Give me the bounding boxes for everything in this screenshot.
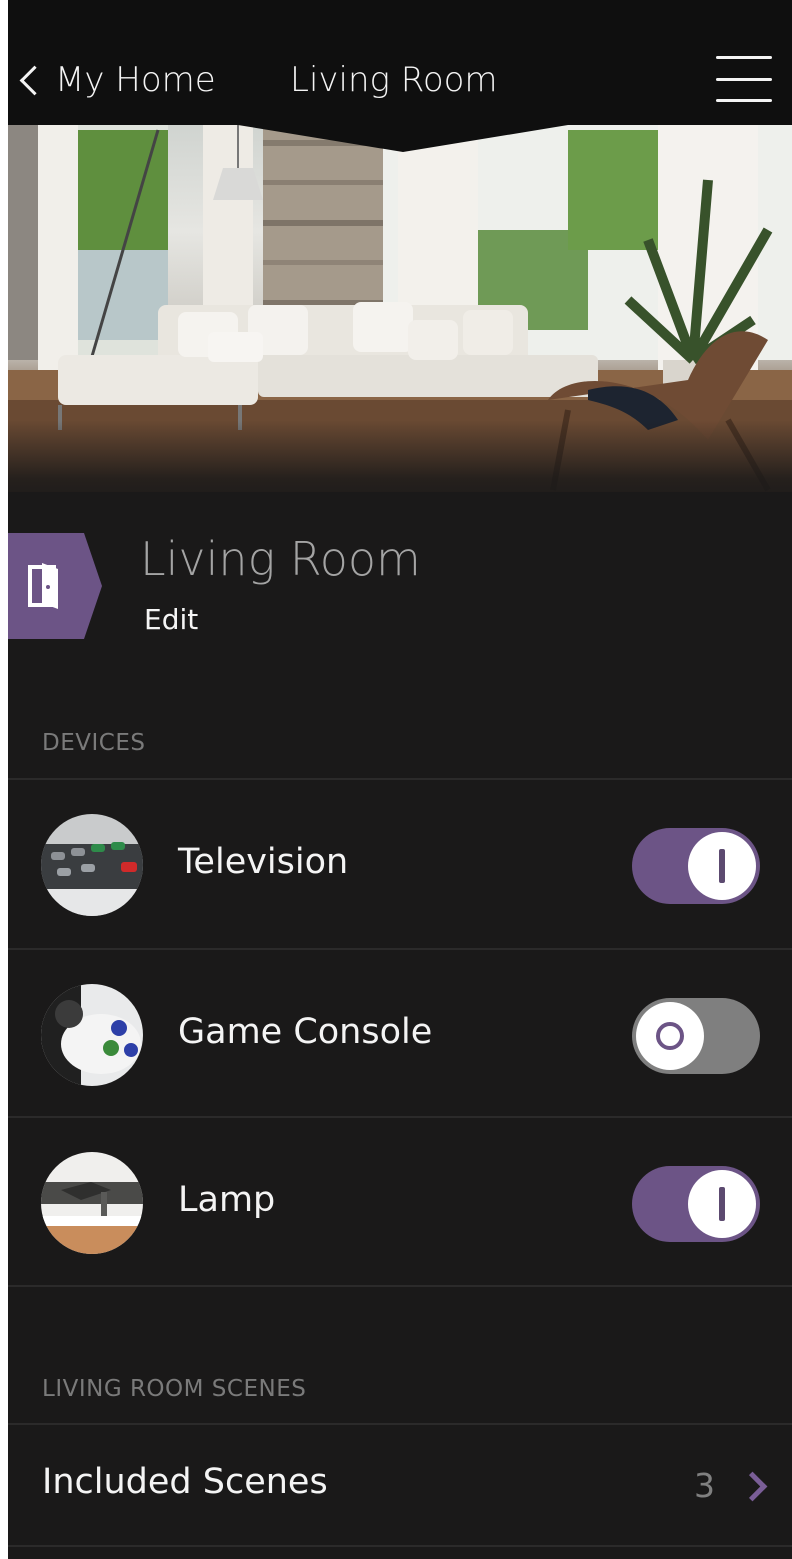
menu-line <box>716 77 772 81</box>
menu-line <box>716 56 772 59</box>
device-row-lamp[interactable]: Lamp <box>8 1118 792 1286</box>
device-label: Game Console <box>178 1012 433 1052</box>
power-on-icon <box>719 1187 725 1221</box>
chevron-right-icon <box>737 1471 768 1502</box>
room-name: Living Room <box>140 532 421 586</box>
chevron-left-icon <box>19 65 50 95</box>
included-scenes-label: Included Scenes <box>42 1462 328 1502</box>
included-scenes-row[interactable]: Included Scenes 3 <box>8 1426 792 1546</box>
app-screen: My Home Living Room Living Room Edit DEV… <box>8 0 792 1559</box>
edit-room-link[interactable]: Edit <box>144 603 198 636</box>
power-on-icon <box>719 849 725 883</box>
device-label: Lamp <box>178 1180 276 1220</box>
back-button-label: My Home <box>55 60 216 100</box>
navigation-bar: My Home Living Room <box>8 0 792 125</box>
toggle-knob <box>688 832 756 900</box>
devices-section-label: DEVICES <box>42 730 146 756</box>
game-controller-thumbnail <box>41 984 143 1086</box>
hamburger-menu-icon[interactable] <box>716 56 772 102</box>
scenes-section-label: LIVING ROOM SCENES <box>42 1376 307 1402</box>
device-row-television[interactable]: Television <box>8 780 792 948</box>
back-button[interactable]: My Home <box>18 52 216 108</box>
scenes-count: 3 <box>694 1466 715 1505</box>
photo-fade <box>8 420 792 510</box>
screen-edge <box>0 0 8 1559</box>
remote-control-thumbnail <box>41 814 143 916</box>
device-toggle-lamp[interactable] <box>632 1166 760 1242</box>
header-notch <box>8 120 792 152</box>
device-toggle-game-console[interactable] <box>632 998 760 1074</box>
toggle-knob <box>688 1170 756 1238</box>
door-icon <box>8 533 102 639</box>
device-row-game-console[interactable]: Game Console <box>8 950 792 1118</box>
lamp-thumbnail <box>41 1152 143 1254</box>
device-label: Television <box>178 842 349 882</box>
device-toggle-television[interactable] <box>632 828 760 904</box>
divider <box>8 1423 792 1425</box>
toggle-knob <box>636 1002 704 1070</box>
page-title: Living Room <box>290 60 498 100</box>
power-off-icon <box>656 1022 684 1050</box>
menu-line <box>716 99 772 102</box>
divider <box>8 1285 792 1287</box>
divider <box>8 1545 792 1547</box>
